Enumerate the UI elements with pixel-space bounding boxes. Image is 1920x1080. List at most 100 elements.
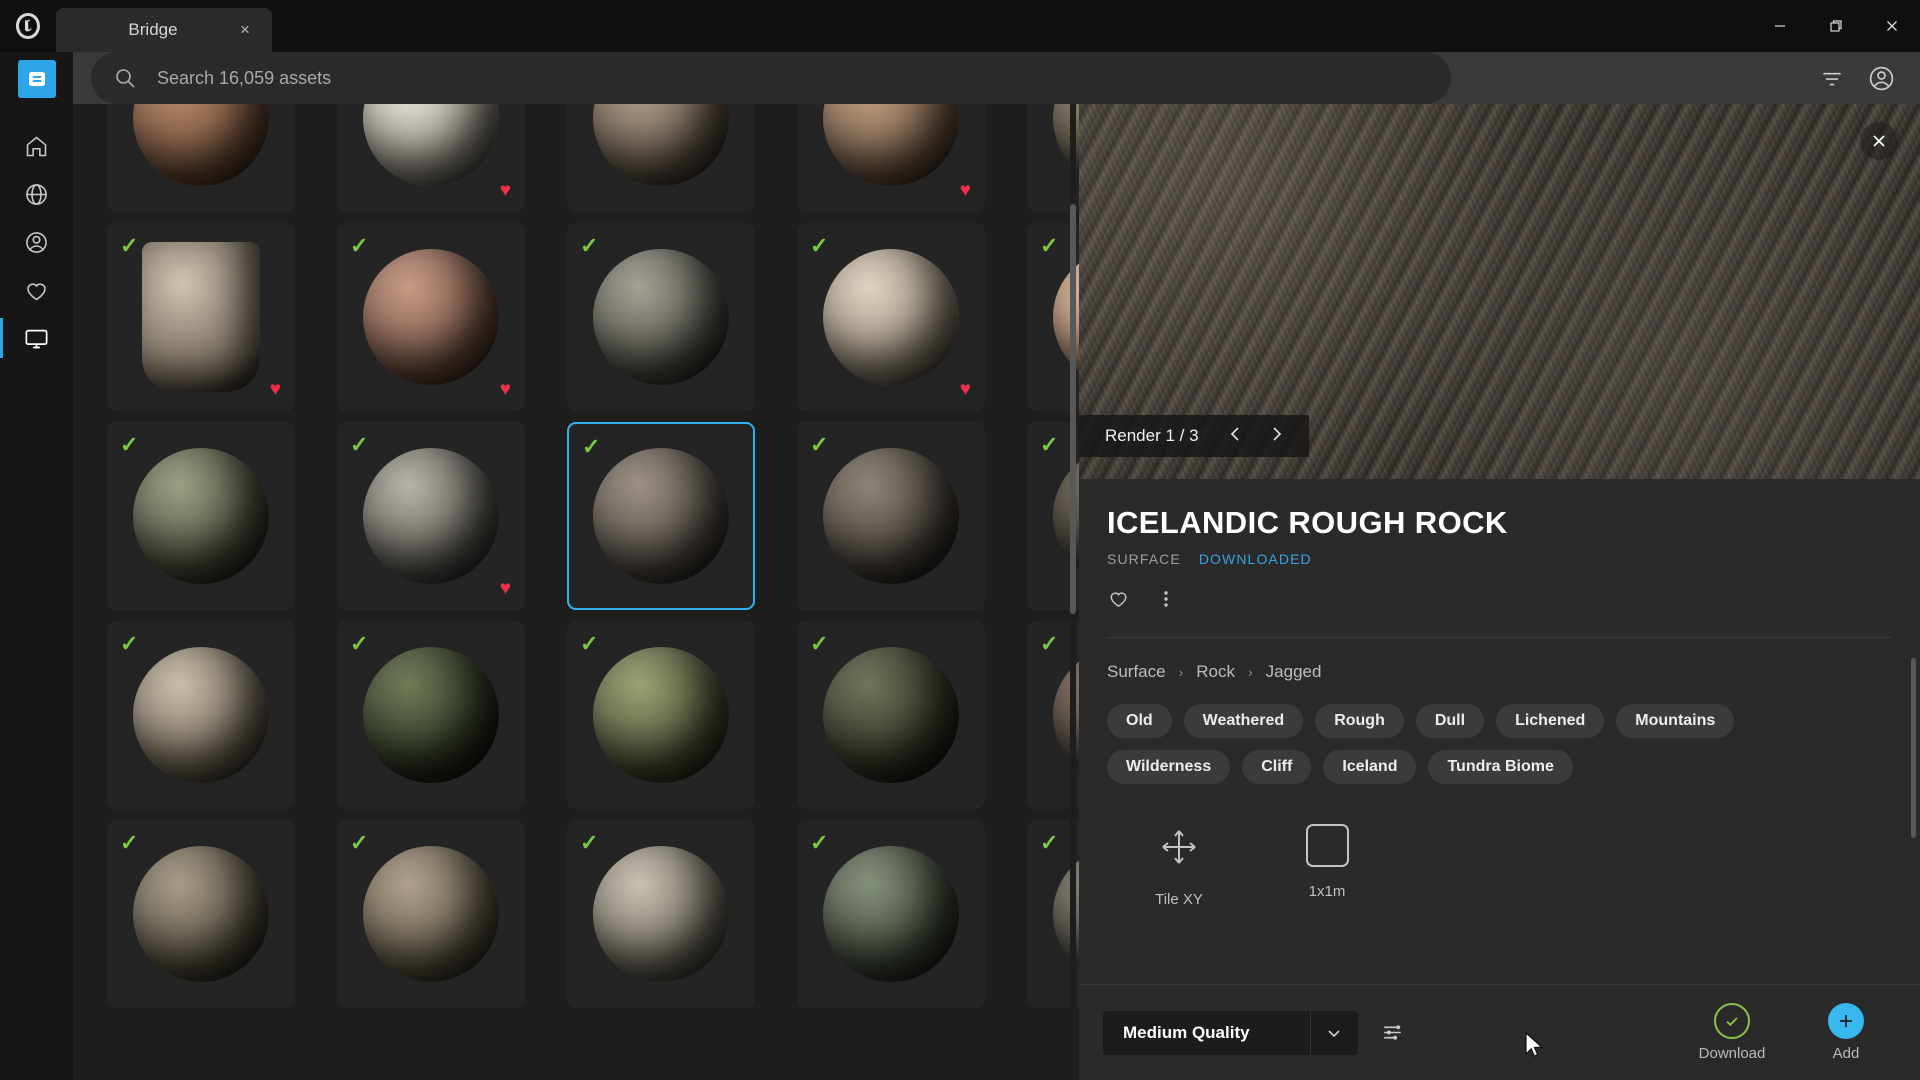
asset-tile[interactable]: ✓ [337, 820, 525, 1008]
grid-scrollbar-thumb[interactable] [1070, 204, 1076, 614]
sidebar-item-local[interactable] [0, 314, 73, 362]
chevron-right-icon[interactable] [1269, 425, 1285, 448]
favorite-heart-icon[interactable]: ♥ [960, 380, 971, 399]
asset-tile[interactable]: ✓ [107, 422, 295, 610]
chevron-down-icon[interactable] [1309, 1010, 1358, 1055]
heart-outline-icon[interactable] [1107, 587, 1130, 615]
tab-label: Bridge [128, 20, 178, 39]
tag-chip[interactable]: Dull [1415, 704, 1485, 738]
tag-chip[interactable]: Cliff [1242, 750, 1312, 784]
asset-tile[interactable]: ✓ [337, 621, 525, 809]
window-tab-bridge[interactable]: Bridge × [56, 8, 272, 52]
asset-detail-panel: Render 1 / 3 ICELANDIC ROUGH ROCK SURFAC… [1079, 104, 1920, 1080]
window-controls [1752, 0, 1920, 52]
download-label: Download [1698, 1045, 1766, 1062]
asset-tile[interactable]: ✓ [797, 820, 985, 1008]
asset-tile[interactable] [567, 104, 755, 212]
asset-tile[interactable]: ✓♥ [107, 223, 295, 411]
asset-tile[interactable] [107, 104, 295, 212]
bridge-logo-icon[interactable] [17, 60, 56, 98]
breadcrumb-separator: › [1178, 664, 1184, 680]
asset-hero-preview[interactable]: Render 1 / 3 [1079, 104, 1920, 479]
breadcrumb-item[interactable]: Surface [1107, 662, 1166, 682]
tag-chip[interactable]: Weathered [1183, 704, 1304, 738]
maximize-restore-button[interactable] [1808, 0, 1864, 52]
asset-tile[interactable]: ✓ [797, 621, 985, 809]
asset-tile[interactable]: ✓♥ [337, 223, 525, 411]
asset-tile[interactable]: ♥ [797, 104, 985, 212]
breadcrumb-item[interactable]: Rock [1196, 662, 1235, 682]
asset-grid-pane[interactable]: ♥♥✓♥✓♥✓✓♥✓♥✓✓♥✓✓✓✓✓✓✓✓✓✓✓✓✓ [73, 104, 1079, 1080]
tag-chip[interactable]: Rough [1315, 704, 1404, 738]
tile-xy-icon [1156, 824, 1202, 875]
asset-tile[interactable]: ✓ [567, 422, 755, 610]
sidebar-item-account[interactable] [0, 218, 73, 266]
sidebar-item-browse[interactable] [0, 170, 73, 218]
tag-chip[interactable]: Wilderness [1107, 750, 1231, 784]
favorite-heart-icon[interactable]: ♥ [500, 380, 511, 399]
asset-info-scroll[interactable]: Surface › Rock › Jagged Old Weathered Rough Dul… [1079, 638, 1920, 984]
filter-icon[interactable] [1819, 65, 1845, 91]
asset-tile[interactable]: ✓ [567, 223, 755, 411]
downloaded-check-icon: ✓ [350, 233, 369, 258]
more-vertical-icon[interactable] [1156, 588, 1176, 615]
favorite-heart-icon[interactable]: ♥ [270, 380, 281, 399]
downloaded-check-icon: ✓ [1040, 830, 1059, 855]
downloaded-check-icon: ✓ [350, 830, 369, 855]
grid-scrollbar[interactable] [1070, 104, 1076, 1080]
close-icon[interactable] [1860, 122, 1898, 160]
asset-tile[interactable]: ✓♥ [797, 223, 985, 411]
search-bar[interactable] [91, 52, 1451, 104]
asset-tile[interactable]: ✓ [797, 422, 985, 610]
downloaded-check-icon: ✓ [810, 830, 829, 855]
asset-tile[interactable]: ✓ [107, 820, 295, 1008]
asset-thumbnail [337, 104, 525, 212]
close-window-button[interactable] [1864, 0, 1920, 52]
search-input[interactable] [157, 67, 1429, 89]
property-label: Tile XY [1155, 891, 1203, 908]
quality-select[interactable]: Medium Quality [1103, 1010, 1358, 1055]
breadcrumb-separator: › [1248, 664, 1253, 680]
property-tile-xy[interactable]: Tile XY [1131, 824, 1227, 908]
downloaded-check-icon: ✓ [120, 233, 139, 258]
asset-tile[interactable]: ✓ [107, 621, 295, 809]
sliders-icon[interactable] [1380, 1020, 1405, 1045]
asset-actions [1107, 587, 1892, 615]
asset-tile[interactable]: ✓♥ [337, 422, 525, 610]
chevron-left-icon[interactable] [1227, 425, 1243, 448]
tag-chip[interactable]: Mountains [1616, 704, 1735, 738]
asset-tile[interactable]: ✓ [567, 621, 755, 809]
downloaded-check-icon: ✓ [350, 432, 369, 457]
breadcrumb-item[interactable]: Jagged [1266, 662, 1322, 682]
favorite-heart-icon[interactable]: ♥ [500, 579, 511, 598]
sidebar-item-home[interactable] [0, 122, 73, 170]
asset-type-label: SURFACE [1107, 551, 1181, 567]
download-button[interactable]: Download [1686, 1003, 1778, 1062]
sidebar-item-favorites[interactable] [0, 266, 73, 314]
plus-icon [1828, 1003, 1864, 1039]
add-label: Add [1832, 1045, 1860, 1062]
favorite-heart-icon[interactable]: ♥ [500, 181, 511, 200]
downloaded-check-icon: ✓ [1040, 233, 1059, 258]
asset-tile[interactable]: ✓ [567, 820, 755, 1008]
render-navigation: Render 1 / 3 [1079, 415, 1309, 457]
bridge-window: Bridge × Search 16,059 assets ♥ ♥ ✓ ♥ ✓ … [0, 0, 1920, 1080]
tag-chip[interactable]: Iceland [1323, 750, 1417, 784]
downloaded-check-icon: ✓ [120, 830, 139, 855]
detail-scrollbar-thumb[interactable] [1911, 658, 1916, 838]
minimize-button[interactable] [1752, 0, 1808, 52]
mouse-cursor [1525, 1031, 1545, 1065]
render-counter: Render 1 / 3 [1105, 426, 1199, 445]
tag-chip[interactable]: Tundra Biome [1428, 750, 1573, 784]
add-button[interactable]: Add [1800, 1003, 1892, 1062]
asset-tile[interactable]: ♥ [337, 104, 525, 212]
favorite-heart-icon[interactable]: ♥ [960, 181, 971, 200]
tab-close-icon[interactable]: × [232, 17, 258, 43]
tag-chip[interactable]: Old [1107, 704, 1172, 738]
property-size[interactable]: 1x1m [1279, 824, 1375, 908]
asset-thumbnail [107, 104, 295, 212]
asset-thumbnail [567, 104, 755, 212]
asset-grid: ♥♥✓♥✓♥✓✓♥✓♥✓✓♥✓✓✓✓✓✓✓✓✓✓✓✓✓ [107, 104, 1079, 1008]
tag-chip[interactable]: Lichened [1496, 704, 1605, 738]
account-circle-icon[interactable] [1867, 64, 1896, 93]
